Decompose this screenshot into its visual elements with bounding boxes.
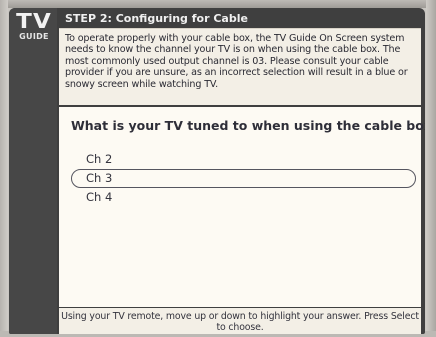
info-panel: To operate properly with your cable box,… [59,28,421,105]
info-text: To operate properly with your cable box,… [65,33,408,90]
option-label: Ch 4 [86,190,113,204]
logo-tv-text: TV [16,9,52,33]
sidebar: TV GUIDE [9,8,57,334]
footer-text: Using your TV remote, move up or down to… [61,311,419,333]
option-ch4[interactable]: Ch 4 [71,188,416,207]
question-panel: What is your TV tuned to when using the … [59,107,425,307]
tv-bezel-top [0,0,436,8]
tv-guide-logo: TV GUIDE [13,10,55,52]
option-ch3-selected[interactable]: Ch 3 [71,169,416,188]
logo-guide-text: GUIDE [19,32,49,41]
tv-screen: TV GUIDE STEP 2: Configuring for Cable T… [9,8,425,334]
option-label: Ch 3 [86,171,113,185]
tv-bezel-left [0,0,8,337]
tv-bezel-right [426,0,436,337]
channel-options-list: Ch 2 Ch 3 Ch 4 [71,150,416,207]
option-ch2[interactable]: Ch 2 [71,150,416,169]
step-title: STEP 2: Configuring for Cable [65,12,248,25]
question-text: What is your TV tuned to when using the … [71,118,425,133]
instruction-footer: Using your TV remote, move up or down to… [59,308,421,334]
option-label: Ch 2 [86,152,113,166]
